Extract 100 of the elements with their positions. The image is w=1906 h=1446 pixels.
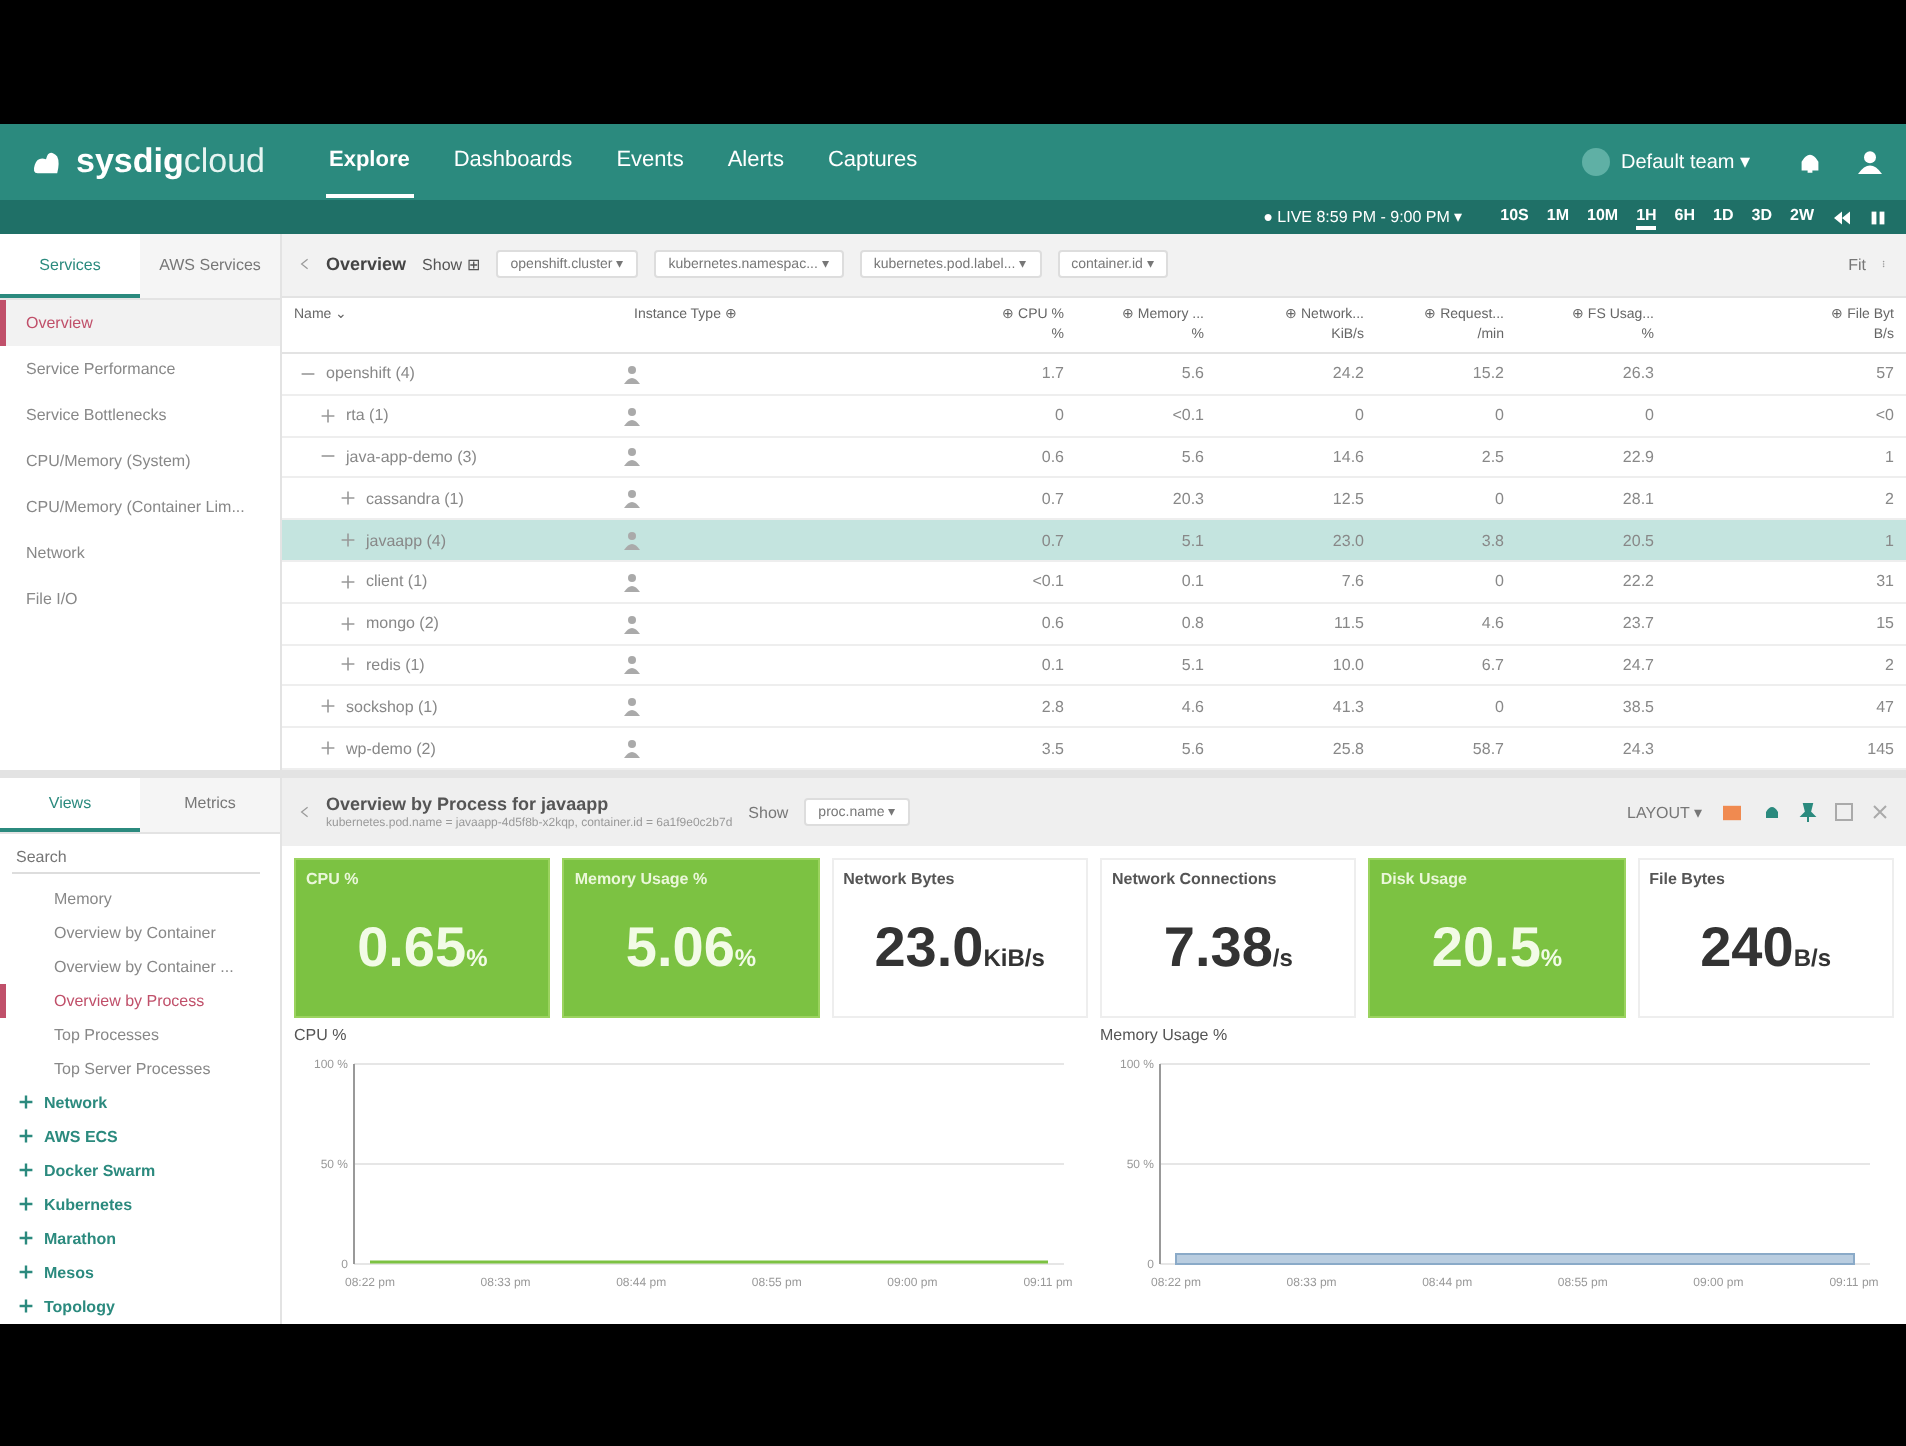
- table-cell-text: 0.6: [1039, 447, 1066, 466]
- table-cell-text: 1: [1883, 531, 1896, 550]
- view-item[interactable]: Overview by Container ...: [0, 950, 280, 984]
- sidebar-tab[interactable]: Views: [0, 778, 140, 832]
- view-item[interactable]: Top Processes: [0, 1018, 280, 1052]
- time-range-option[interactable]: 10S: [1500, 204, 1529, 230]
- table-cell-text: 0.7: [1039, 531, 1066, 550]
- view-item[interactable]: Overview by Process: [0, 984, 280, 1018]
- table-row[interactable]: mongo (2) 0.6 0.8 11.5 4.6 23.7 15: [282, 603, 1906, 646]
- view-group[interactable]: Network: [0, 1086, 280, 1120]
- view-group[interactable]: Topology: [0, 1290, 280, 1324]
- tile-value: 0.65%: [357, 915, 488, 979]
- time-range-option[interactable]: 1D: [1713, 204, 1734, 230]
- sidebar-item[interactable]: CPU/Memory (Container Lim...: [0, 484, 280, 530]
- row-name: redis (1): [366, 655, 425, 674]
- user-icon: [622, 613, 642, 634]
- pause-icon: [1870, 209, 1886, 225]
- table-cell-text: 41.3: [1330, 697, 1366, 716]
- table-cell-text: 0.1: [1039, 655, 1066, 674]
- time-range-option[interactable]: 1H: [1636, 204, 1657, 230]
- sidebar-item[interactable]: Service Bottlenecks: [0, 392, 280, 438]
- layout-menu[interactable]: LAYOUT ▾: [1627, 803, 1702, 821]
- table-cell-text: 6.7: [1479, 655, 1506, 674]
- time-range-option[interactable]: 1M: [1546, 204, 1569, 230]
- sidebar-item[interactable]: CPU/Memory (System): [0, 438, 280, 484]
- table-cell-text: 57: [1874, 364, 1896, 383]
- table-cell-text: 24.7: [1620, 655, 1656, 674]
- table-cell-text: 0: [1493, 697, 1506, 716]
- view-group[interactable]: Docker Swarm: [0, 1154, 280, 1188]
- user-icon: [1858, 150, 1882, 174]
- nav-tab[interactable]: Captures: [823, 126, 922, 198]
- table-row[interactable]: redis (1) 0.1 5.1 10.0 6.7 24.7 2: [282, 645, 1906, 687]
- table-cell-text: 2.8: [1039, 697, 1066, 716]
- table-cell-text: 0: [1493, 406, 1506, 425]
- table-cell-text: 0.7: [1039, 489, 1066, 508]
- team-menu[interactable]: Default team ▾: [1569, 146, 1762, 178]
- nav-tab[interactable]: Events: [612, 126, 688, 198]
- table-cell-text: 0.6: [1039, 614, 1066, 633]
- sidebar-item[interactable]: Network: [0, 530, 280, 576]
- table-cell-text: 0: [1643, 406, 1656, 425]
- view-item[interactable]: Memory: [0, 882, 280, 916]
- view-group[interactable]: AWS ECS: [0, 1120, 280, 1154]
- row-name: java-app-demo (3): [346, 447, 477, 466]
- row-name: mongo (2): [366, 614, 439, 633]
- live-range-selector[interactable]: ● LIVE 8:59 PM - 9:00 PM ▾: [1263, 208, 1463, 226]
- table-cell-text: 5.1: [1179, 655, 1206, 674]
- chart-title: Memory Usage %: [1100, 1026, 1230, 1044]
- window-icon: [1834, 802, 1854, 822]
- table-cell-text: 4.6: [1179, 697, 1206, 716]
- fit-label[interactable]: Fit: [1848, 255, 1866, 274]
- view-group[interactable]: Mesos: [0, 1256, 280, 1290]
- sidebar-tab[interactable]: AWS Services: [140, 234, 280, 298]
- sidebar-item[interactable]: Overview: [0, 300, 280, 346]
- sidebar-tab[interactable]: Metrics: [140, 778, 280, 832]
- tile-value: 240B/s: [1700, 915, 1832, 979]
- team-icon: [1581, 148, 1610, 176]
- time-range-option[interactable]: 10M: [1587, 204, 1619, 230]
- table-cell-text: <0: [1873, 406, 1896, 425]
- table-cell-text: 3.8: [1479, 531, 1506, 550]
- table-cell-text: 3.5: [1039, 739, 1066, 758]
- breadcrumb-title: Overview: [326, 254, 407, 275]
- view-group[interactable]: Marathon: [0, 1222, 280, 1256]
- panel-title: Overview by Process for javaapp: [326, 794, 611, 814]
- sidebar-tab[interactable]: Services: [0, 234, 140, 298]
- bell-icon: [1762, 802, 1782, 822]
- view-group[interactable]: Kubernetes: [0, 1188, 280, 1222]
- table-row[interactable]: java-app-demo (3) 0.6 5.6 14.6 2.5 22.9 1: [282, 437, 1906, 479]
- table-cell-text: 5.1: [1179, 531, 1206, 550]
- table-cell-text: 2: [1883, 655, 1896, 674]
- table-cell-text: 24.2: [1330, 364, 1366, 383]
- table-cell-text: 0: [1053, 406, 1066, 425]
- time-range-option[interactable]: 3D: [1751, 204, 1772, 230]
- user-icon: [622, 571, 642, 592]
- chevron-left-icon: [298, 804, 310, 820]
- table-cell-text: 5.6: [1179, 447, 1206, 466]
- table-cell-text: 7.6: [1339, 572, 1366, 591]
- table-cell-text: 145: [1865, 739, 1896, 758]
- view-item[interactable]: Top Server Processes: [0, 1052, 280, 1086]
- nav-tab[interactable]: Alerts: [723, 126, 788, 198]
- table-row[interactable]: javaapp (4) 0.7 5.1 23.0 3.8 20.5 1: [282, 520, 1906, 562]
- user-icon: [622, 488, 642, 509]
- view-item[interactable]: Overview by Container: [0, 916, 280, 950]
- nav-tab[interactable]: Dashboards: [449, 126, 577, 198]
- grid-icon: [1718, 803, 1746, 821]
- table-cell-text: 31: [1874, 572, 1896, 591]
- time-range-option[interactable]: 6H: [1674, 204, 1696, 230]
- table-cell-text: 47: [1874, 697, 1896, 716]
- chevron-left-icon: [298, 256, 310, 273]
- table-cell-text: 24.3: [1620, 739, 1656, 758]
- sidebar-item[interactable]: File I/O: [0, 576, 280, 622]
- table-cell-text: 0: [1353, 406, 1366, 425]
- table-cell-text: 25.8: [1330, 739, 1366, 758]
- sidebar-item[interactable]: Service Performance: [0, 346, 280, 392]
- table-cell-text: 12.5: [1330, 489, 1366, 508]
- table-cell-text: 5.6: [1179, 739, 1206, 758]
- user-icon: [622, 738, 642, 759]
- table-cell-text: 22.2: [1620, 572, 1656, 591]
- time-range-option[interactable]: 2W: [1790, 204, 1814, 230]
- table-cell-text: 23.0: [1330, 531, 1366, 550]
- row-name: wp-demo (2): [346, 739, 436, 758]
